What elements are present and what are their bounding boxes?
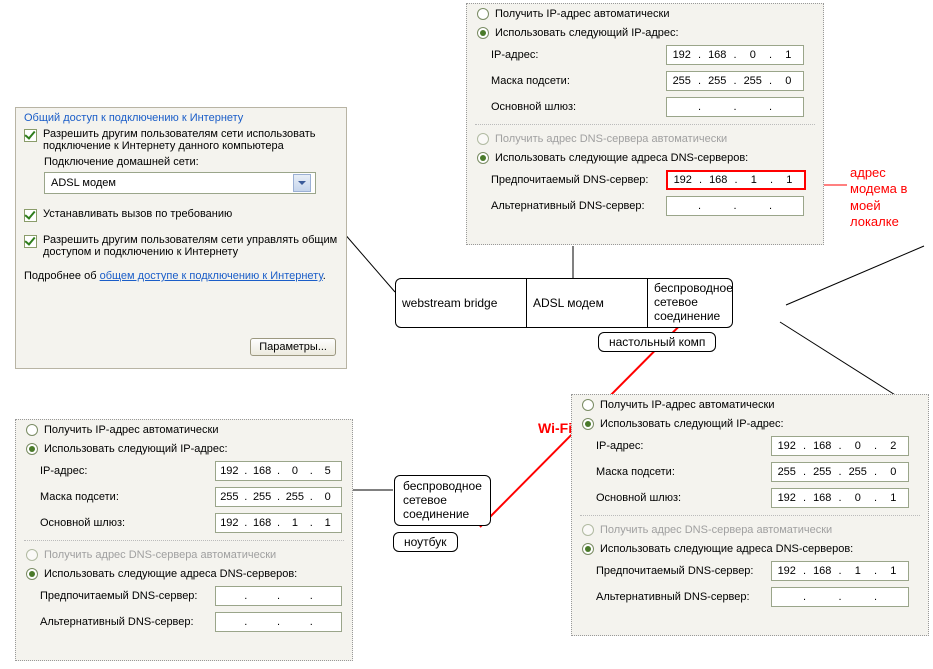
mask-label: Маска подсети: [26, 491, 215, 503]
desktop-tag: настольный комп [598, 332, 716, 352]
dns1-label: Предпочитаемый DNS-сервер: [582, 565, 771, 577]
ics-dial-on-demand-label: Устанавливать вызов по требованию [43, 208, 338, 220]
ics-allow-share-checkbox[interactable] [24, 129, 37, 142]
subnet-mask-input[interactable]: 255.255.255.0 [771, 462, 909, 482]
use-ip-radio[interactable] [477, 27, 489, 39]
gateway-input[interactable]: 192.168.1.1 [215, 513, 342, 533]
home-connection-label: Подключение домашней сети: [16, 154, 346, 170]
desktop-cell-wireless: беспроводное сетевое соединение [648, 279, 739, 327]
use-dns-label: Использовать следующие адреса DNS-сервер… [44, 568, 342, 580]
ics-dial-on-demand-checkbox[interactable] [24, 209, 37, 222]
preferred-dns-input[interactable]: 192.168.1.1 [771, 561, 909, 581]
ip-address-input[interactable]: 192.168.0.2 [771, 436, 909, 456]
auto-dns-radio [582, 524, 594, 536]
params-button[interactable]: Параметры... [250, 338, 336, 356]
home-connection-dropdown[interactable]: ADSL модем [44, 172, 316, 194]
auto-ip-radio[interactable] [477, 8, 489, 20]
chevron-down-icon [293, 174, 311, 192]
auto-dns-radio [477, 133, 489, 145]
desktop-cell-adsl: ADSL модем [527, 279, 648, 327]
use-dns-label: Использовать следующие адреса DNS-сервер… [495, 152, 813, 164]
ip-label: IP-адрес: [477, 49, 666, 61]
auto-ip-label: Получить IP-адрес автоматически [495, 8, 813, 20]
auto-ip-radio[interactable] [26, 424, 38, 436]
ip-panel-laptop-wireless: Получить IP-адрес автоматически Использо… [15, 419, 353, 661]
dns1-label: Предпочитаемый DNS-сервер: [477, 174, 666, 186]
use-ip-label: Использовать следующий IP-адрес: [495, 27, 813, 39]
subnet-mask-input[interactable]: 255.255.255.0 [666, 71, 804, 91]
subnet-mask-input[interactable]: 255.255.255.0 [215, 487, 342, 507]
gateway-label: Основной шлюз: [477, 101, 666, 113]
auto-ip-label: Получить IP-адрес автоматически [600, 399, 918, 411]
gateway-input[interactable]: ... [666, 97, 804, 117]
gateway-label: Основной шлюз: [26, 517, 215, 529]
use-ip-radio[interactable] [582, 418, 594, 430]
mask-label: Маска подсети: [477, 75, 666, 87]
alt-dns-input[interactable]: ... [666, 196, 804, 216]
gateway-label: Основной шлюз: [582, 492, 771, 504]
ics-title: Общий доступ к подключению к Интернету [16, 108, 346, 126]
use-ip-label: Использовать следующий IP-адрес: [600, 418, 918, 430]
desktop-node: webstream bridge ADSL модем беспроводное… [395, 278, 733, 328]
auto-ip-radio[interactable] [582, 399, 594, 411]
ip-address-input[interactable]: 192.168.0.1 [666, 45, 804, 65]
ics-sharing-panel: Общий доступ к подключению к Интернету Р… [15, 107, 347, 369]
laptop-wireless-node: беспроводное сетевое соединение [394, 475, 491, 526]
use-ip-label: Использовать следующий IP-адрес: [44, 443, 342, 455]
learn-more-link[interactable]: общем доступе к подключению к Интернету [100, 270, 323, 282]
desktop-cell-webstream: webstream bridge [396, 279, 527, 327]
modem-address-annotation: адрес модема в моей локалке [850, 165, 907, 230]
use-dns-label: Использовать следующие адреса DNS-сервер… [600, 543, 918, 555]
gateway-input[interactable]: 192.168.0.1 [771, 488, 909, 508]
laptop-tag: ноутбук [393, 532, 458, 552]
ip-panel-desktop-wireless: Получить IP-адрес автоматически Использо… [571, 394, 929, 636]
dns2-label: Альтернативный DNS-сервер: [26, 616, 215, 628]
use-dns-radio[interactable] [477, 152, 489, 164]
wifi-label: Wi-Fi [538, 420, 572, 436]
use-dns-radio[interactable] [582, 543, 594, 555]
use-dns-radio[interactable] [26, 568, 38, 580]
mask-label: Маска подсети: [582, 466, 771, 478]
auto-dns-label: Получить адрес DNS-сервера автоматически [44, 549, 342, 561]
ip-label: IP-адрес: [26, 465, 215, 477]
ics-allow-share-label: Разрешить другим пользователям сети испо… [43, 128, 338, 152]
auto-dns-radio [26, 549, 38, 561]
dns1-label: Предпочитаемый DNS-сервер: [26, 590, 215, 602]
use-ip-radio[interactable] [26, 443, 38, 455]
preferred-dns-input[interactable]: 192.168.1.1 [666, 170, 806, 190]
alt-dns-input[interactable]: ... [771, 587, 909, 607]
home-connection-value: ADSL модем [51, 177, 116, 189]
preferred-dns-input[interactable]: ... [215, 586, 342, 606]
alt-dns-input[interactable]: ... [215, 612, 342, 632]
ip-address-input[interactable]: 192.168.0.5 [215, 461, 342, 481]
ip-label: IP-адрес: [582, 440, 771, 452]
dns2-label: Альтернативный DNS-сервер: [477, 200, 666, 212]
ip-panel-desktop-adsl: Получить IP-адрес автоматически Использо… [466, 3, 824, 245]
ics-allow-control-label: Разрешить другим пользователям сети упра… [43, 234, 338, 258]
auto-ip-label: Получить IP-адрес автоматически [44, 424, 342, 436]
learn-more-prefix: Подробнее об [24, 270, 100, 282]
auto-dns-label: Получить адрес DNS-сервера автоматически [600, 524, 918, 536]
dns2-label: Альтернативный DNS-сервер: [582, 591, 771, 603]
ics-allow-control-checkbox[interactable] [24, 235, 37, 248]
auto-dns-label: Получить адрес DNS-сервера автоматически [495, 133, 813, 145]
